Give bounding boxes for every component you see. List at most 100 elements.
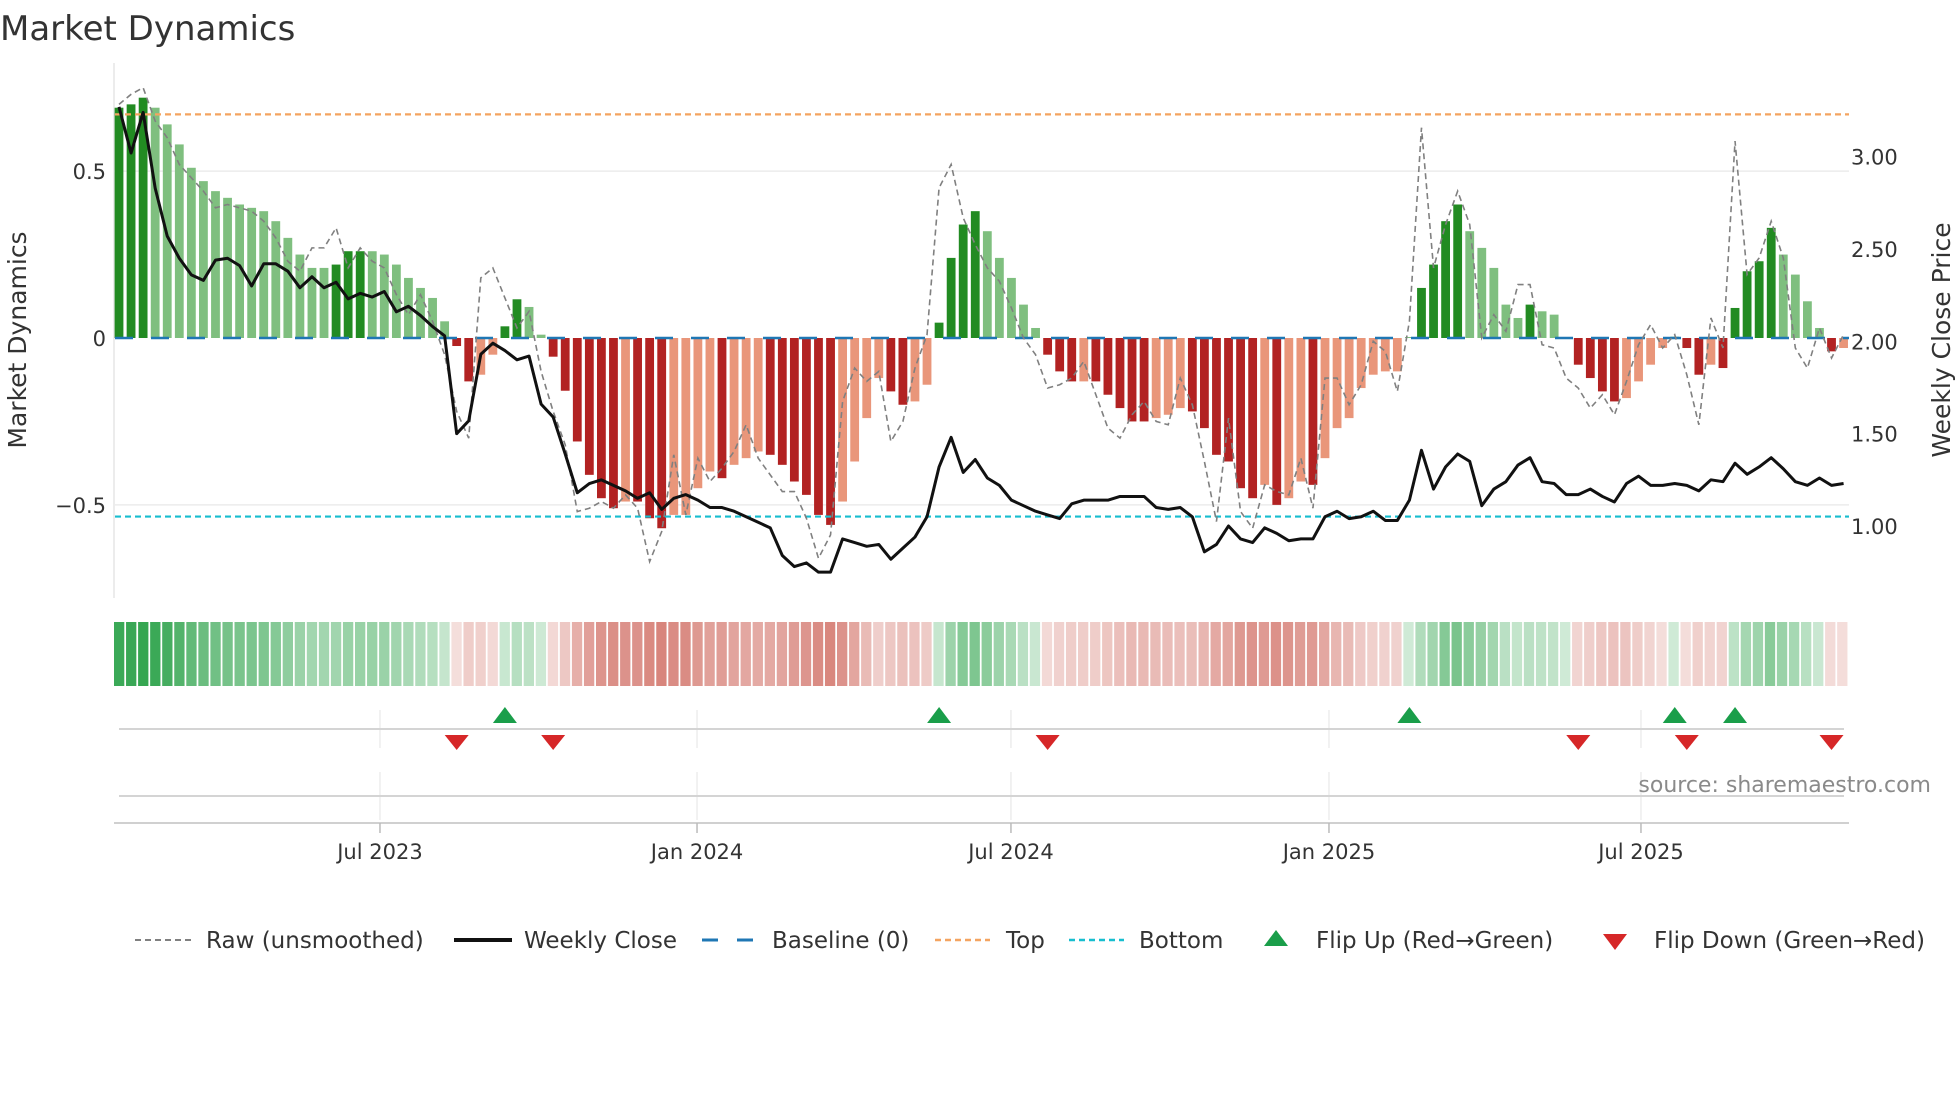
dynamics-bar bbox=[1477, 247, 1487, 338]
dynamics-bar bbox=[850, 338, 860, 462]
regime-strip-cell bbox=[523, 622, 534, 686]
dynamics-bar bbox=[1332, 338, 1342, 429]
dynamics-bar bbox=[1260, 338, 1270, 485]
x-tick-label: Jan 2025 bbox=[1281, 840, 1376, 864]
dynamics-bar bbox=[1525, 304, 1535, 338]
dynamics-bar bbox=[1380, 338, 1390, 372]
regime-strip-cell bbox=[800, 622, 812, 686]
regime-strip-cell bbox=[849, 622, 860, 686]
flip-down-marker bbox=[1566, 735, 1591, 750]
dynamics-bar bbox=[1187, 338, 1197, 412]
regime-strip-cell bbox=[162, 622, 173, 686]
regime-strip-cell bbox=[1788, 622, 1800, 686]
dynamics-bar bbox=[741, 338, 751, 459]
regime-strip-cell bbox=[1499, 622, 1511, 686]
dynamics-bar bbox=[1175, 338, 1185, 409]
regime-strip-cell bbox=[1186, 622, 1197, 686]
regime-strip-cell bbox=[1704, 622, 1715, 686]
flip-down-marker bbox=[444, 735, 469, 750]
dynamics-bar bbox=[1694, 338, 1704, 375]
dynamics-bar bbox=[621, 338, 630, 502]
regime-strip-cell bbox=[1198, 622, 1209, 686]
regime-strip-cell bbox=[1523, 622, 1535, 686]
dynamics-bar bbox=[1513, 317, 1523, 338]
y-tick-label-right: 1.00 bbox=[1851, 515, 1898, 539]
dynamics-bar bbox=[1103, 338, 1113, 395]
legend-label-flip-down: Flip Down (Green→Red) bbox=[1654, 928, 1925, 954]
regime-strip-cell bbox=[837, 622, 848, 686]
regime-strip-cell bbox=[1282, 622, 1294, 686]
regime-strip-cell bbox=[330, 622, 342, 686]
regime-strip-cell bbox=[1572, 622, 1583, 686]
regime-strip-cell bbox=[391, 622, 402, 686]
regime-strip-cell bbox=[704, 622, 715, 686]
regime-strip-cell bbox=[535, 622, 547, 686]
regime-strip-cell bbox=[1222, 622, 1233, 686]
legend-item-raw[interactable]: Raw (unsmoothed) bbox=[135, 928, 424, 954]
legend-item-flip-up[interactable]: Flip Up (Red→Green) bbox=[1264, 928, 1553, 954]
legend: Raw (unsmoothed) Weekly Close Baseline (… bbox=[135, 928, 1925, 954]
regime-strip-cell bbox=[1331, 622, 1342, 686]
regime-strip-cell bbox=[1102, 622, 1113, 686]
dynamics-bar bbox=[500, 326, 510, 338]
regime-strip-cell bbox=[571, 622, 583, 686]
dynamics-bar bbox=[1742, 271, 1752, 338]
dynamics-bar bbox=[1356, 338, 1366, 389]
legend-item-top[interactable]: Top bbox=[935, 928, 1045, 954]
regime-strip-cell bbox=[1716, 622, 1727, 686]
regime-strip-cell bbox=[1415, 622, 1426, 686]
regime-strip-cell bbox=[668, 622, 679, 686]
regime-strip-cell bbox=[680, 622, 691, 686]
regime-strip-cell bbox=[1078, 622, 1089, 686]
dynamics-bar bbox=[1489, 267, 1499, 338]
dynamics-bar bbox=[765, 338, 775, 455]
regime-strip-cell bbox=[1005, 622, 1016, 686]
regime-strip-cell bbox=[692, 622, 703, 686]
regime-strip-cell bbox=[921, 622, 932, 686]
legend-item-flip-down[interactable]: Flip Down (Green→Red) bbox=[1603, 928, 1925, 954]
regime-strip-cell bbox=[1403, 622, 1414, 686]
regime-strip-cell bbox=[945, 622, 956, 686]
regime-strip-cell bbox=[1379, 622, 1390, 686]
regime-strip-cell bbox=[1138, 622, 1149, 686]
regime-strip-cell bbox=[547, 622, 559, 686]
dynamics-bar bbox=[295, 254, 305, 338]
regime-strip-cell bbox=[1668, 622, 1679, 686]
dynamics-bar bbox=[669, 338, 679, 515]
regime-strip-cell bbox=[559, 622, 571, 686]
dynamics-bar bbox=[717, 338, 727, 479]
regime-strip-cell bbox=[583, 622, 595, 686]
flip-up-marker bbox=[927, 707, 952, 723]
y-tick-label: −0.5 bbox=[55, 494, 106, 518]
regime-strip-cell bbox=[463, 622, 474, 686]
dynamics-bar bbox=[1392, 338, 1402, 372]
dynamics-bar bbox=[1019, 304, 1028, 338]
legend-item-close[interactable]: Weekly Close bbox=[454, 928, 677, 954]
regime-strip-cell bbox=[1258, 622, 1270, 686]
dynamics-bar bbox=[150, 107, 160, 339]
regime-strip-cell bbox=[1029, 622, 1041, 686]
regime-strip-cell bbox=[1343, 622, 1354, 686]
dynamics-bar bbox=[1127, 338, 1137, 422]
dynamics-bar bbox=[994, 257, 1004, 338]
dynamics-bar bbox=[223, 197, 232, 338]
regime-strip-cell bbox=[1475, 622, 1486, 686]
flip-up-marker bbox=[492, 707, 517, 723]
flip-up-marker bbox=[1723, 707, 1748, 723]
dynamics-bar bbox=[1778, 254, 1788, 338]
regime-strip-cell bbox=[1680, 622, 1691, 686]
regime-strip-cell bbox=[740, 622, 751, 686]
dynamics-bar bbox=[1646, 338, 1656, 365]
regime-strip-cell bbox=[824, 622, 836, 686]
regime-strip-cell bbox=[511, 622, 522, 686]
dynamics-bar bbox=[114, 107, 124, 339]
legend-item-bottom[interactable]: Bottom bbox=[1069, 928, 1223, 954]
legend-item-baseline[interactable]: Baseline (0) bbox=[702, 928, 909, 954]
dynamics-bar bbox=[1031, 327, 1040, 338]
regime-strip-cell bbox=[1487, 622, 1498, 686]
dynamics-bar bbox=[1272, 338, 1282, 505]
y-tick-label-right: 1.50 bbox=[1851, 423, 1898, 447]
regime-strip-cell bbox=[1294, 622, 1306, 686]
dynamics-bar bbox=[597, 338, 606, 499]
regime-strip-cell bbox=[1234, 622, 1245, 686]
